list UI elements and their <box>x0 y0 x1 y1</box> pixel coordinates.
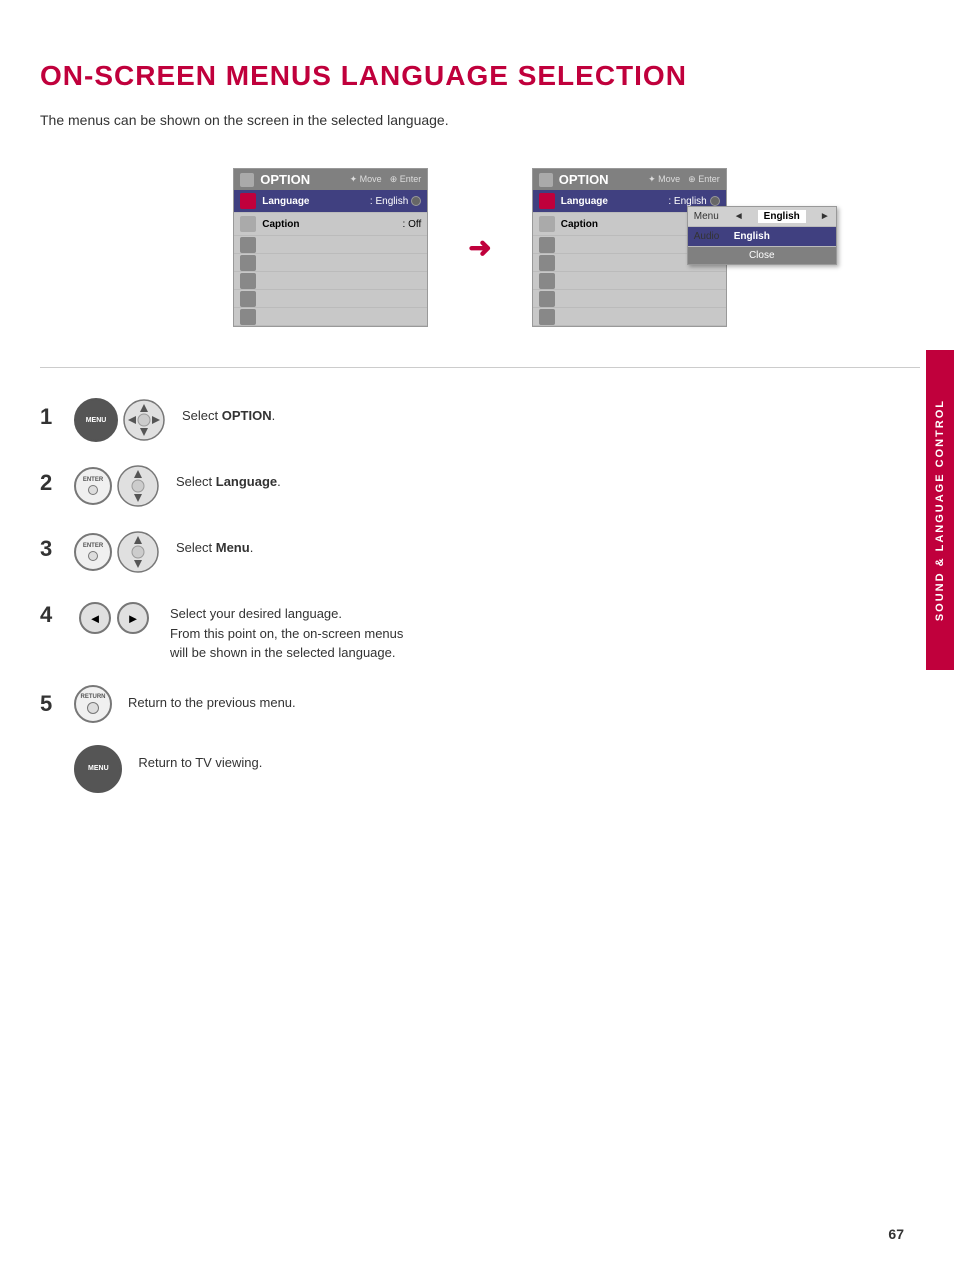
step-3-number: 3 <box>40 538 58 560</box>
return-button[interactable]: RETURN <box>74 685 112 723</box>
step-3: 3 ENTER Select Menu. <box>40 530 920 574</box>
step-6-number <box>40 753 58 775</box>
step-1-text: Select OPTION. <box>182 398 275 426</box>
step-5: 5 RETURN Return to the previous menu. <box>40 685 920 723</box>
left-menu-caption-row: Caption : Off <box>234 213 427 236</box>
left-menu-header: OPTION ✦ Move ⊕ Enter <box>234 169 427 190</box>
popup-audio-row: Audio English <box>688 227 836 247</box>
step-5-text: Return to the previous menu. <box>128 685 296 713</box>
step-1: 1 MENU Select <box>40 398 920 442</box>
step-2: 2 ENTER Select Language. <box>40 464 920 508</box>
step-5-number: 5 <box>40 693 58 715</box>
popup-audio-value: English <box>734 231 770 242</box>
step-2-nav-icon <box>116 464 160 508</box>
right-arrow-btn[interactable]: ► <box>117 602 149 634</box>
right-menu-header-hint: ✦ Move ⊕ Enter <box>648 174 720 185</box>
side-tab: SOUND & LANGUAGE CONTROL <box>926 350 954 670</box>
diagram-arrow: ➜ <box>468 231 491 264</box>
left-menu-empty-rows <box>234 236 427 326</box>
step-1-number: 1 <box>40 406 58 428</box>
page-subtitle: The menus can be shown on the screen in … <box>40 112 920 128</box>
step-2-number: 2 <box>40 472 58 494</box>
left-menu-title: OPTION <box>240 172 310 187</box>
popup-menu-value: English <box>758 210 806 223</box>
enter-button-3[interactable]: ENTER <box>74 533 112 571</box>
menu-button[interactable]: MENU <box>74 398 118 442</box>
step-3-nav-icon <box>116 530 160 574</box>
step-2-icons: ENTER <box>74 464 160 508</box>
step-1-icons: MENU <box>74 398 166 442</box>
step-4-text: Select your desired language. From this … <box>170 596 403 663</box>
step-3-icons: ENTER <box>74 530 160 574</box>
left-menu-box: OPTION ✦ Move ⊕ Enter Language : English <box>233 168 428 327</box>
page-number: 67 <box>888 1226 904 1242</box>
left-menu-header-hint: ✦ Move ⊕ Enter <box>350 174 422 185</box>
right-menu-container: OPTION ✦ Move ⊕ Enter Language : English <box>532 168 727 327</box>
side-tab-label: SOUND & LANGUAGE CONTROL <box>934 399 946 621</box>
step-6-text: Return to TV viewing. <box>138 745 262 773</box>
page-title: ON-SCREEN MENUS LANGUAGE SELECTION <box>40 60 920 92</box>
language-icon <box>240 193 256 209</box>
popup-right-arrow[interactable]: ► <box>820 211 830 222</box>
section-divider <box>40 367 920 368</box>
language-popup: Menu ◄ English ► Audio English Close <box>687 206 837 265</box>
popup-left-arrow[interactable]: ◄ <box>734 211 744 222</box>
step-4: 4 ◄ ► Select your desired language. From… <box>40 596 920 663</box>
step-2-text: Select Language. <box>176 464 281 492</box>
left-menu-language-row: Language : English <box>234 190 427 213</box>
popup-menu-row: Menu ◄ English ► <box>688 207 836 227</box>
steps-section: 1 MENU Select <box>40 398 920 793</box>
menu-big-button[interactable]: MENU <box>74 745 122 793</box>
step-4-number: 4 <box>40 604 58 626</box>
step-4-icons: ◄ ► <box>74 596 154 640</box>
step-3-text: Select Menu. <box>176 530 253 558</box>
caption-icon <box>240 216 256 232</box>
diagrams-section: OPTION ✦ Move ⊕ Enter Language : English <box>40 168 920 327</box>
right-menu-title-area: OPTION <box>539 172 609 187</box>
right-caption-icon <box>539 216 555 232</box>
popup-close-btn[interactable]: Close <box>688 247 836 264</box>
step-1-nav-icon <box>122 398 166 442</box>
right-menu-header: OPTION ✦ Move ⊕ Enter <box>533 169 726 190</box>
step-6: MENU Return to TV viewing. <box>40 745 920 793</box>
step-5-icons: RETURN <box>74 685 112 723</box>
main-content: ON-SCREEN MENUS LANGUAGE SELECTION The m… <box>40 60 920 815</box>
left-arrow-btn[interactable]: ◄ <box>79 602 111 634</box>
enter-button-2[interactable]: ENTER <box>74 467 112 505</box>
right-language-icon <box>539 193 555 209</box>
lr-nav: ◄ ► <box>74 596 154 640</box>
step-6-icons: MENU <box>74 745 122 793</box>
